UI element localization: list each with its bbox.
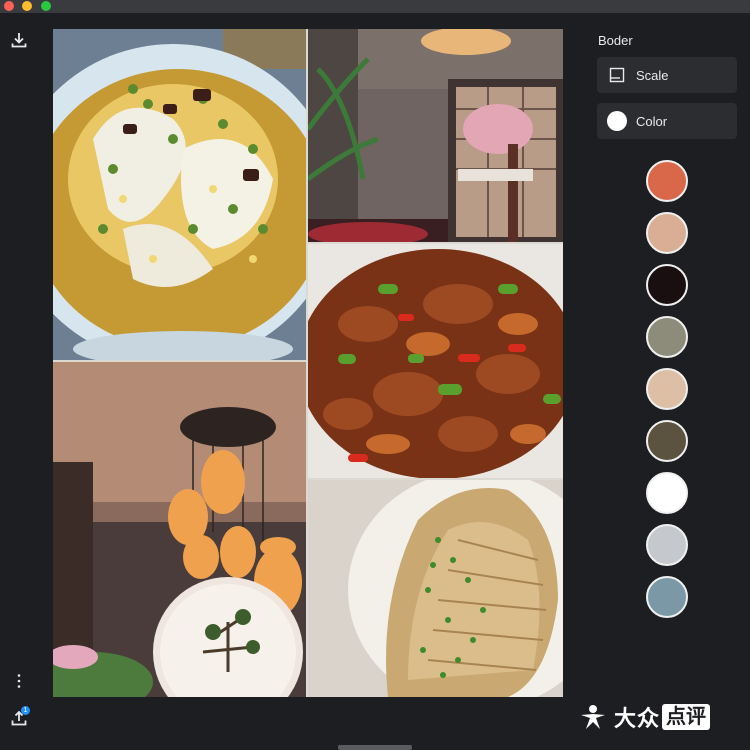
download-icon [11, 33, 27, 48]
white-circle-icon [606, 110, 628, 132]
download-button[interactable] [6, 27, 32, 53]
square-frame-icon [606, 64, 628, 86]
color-button[interactable]: Color [597, 103, 737, 139]
border-panel: Boder Scale Color [580, 13, 750, 750]
photo-lantern-interior[interactable] [53, 362, 306, 697]
photo-restaurant-entrance[interactable] [308, 29, 563, 242]
color-swatch[interactable] [646, 420, 688, 462]
zoom-window-button[interactable] [41, 1, 51, 11]
watermark-text-b: 点评 [662, 704, 711, 730]
close-window-button[interactable] [4, 1, 14, 11]
photo-collage [53, 29, 563, 697]
share-button[interactable]: 1 [6, 705, 32, 731]
window-titlebar [0, 0, 750, 13]
bottom-scroll-handle[interactable] [338, 745, 412, 750]
photo-steamed-fish[interactable] [308, 480, 563, 697]
color-swatch[interactable] [646, 316, 688, 358]
photo-spicy-stir-fry[interactable] [308, 244, 563, 478]
scale-button[interactable]: Scale [597, 57, 737, 93]
color-swatch[interactable] [646, 472, 688, 514]
color-swatch[interactable] [646, 212, 688, 254]
color-swatch[interactable] [646, 264, 688, 306]
more-button[interactable] [6, 668, 32, 694]
minimize-window-button[interactable] [22, 1, 32, 11]
share-badge: 1 [21, 706, 30, 715]
more-vertical-icon [17, 674, 21, 688]
color-swatch[interactable] [646, 368, 688, 410]
dianping-watermark: 大众 点评 [578, 700, 711, 734]
photo-soup-bowl[interactable] [53, 29, 306, 360]
scale-label: Scale [636, 67, 669, 83]
color-swatch[interactable] [646, 160, 688, 202]
panel-title: Boder [598, 33, 633, 48]
color-swatch[interactable] [646, 576, 688, 618]
dianping-logo-icon [581, 705, 605, 729]
color-label: Color [636, 113, 668, 129]
watermark-text-a: 大众 [614, 706, 661, 731]
left-toolbar: 1 [0, 13, 38, 750]
color-swatch[interactable] [646, 524, 688, 566]
